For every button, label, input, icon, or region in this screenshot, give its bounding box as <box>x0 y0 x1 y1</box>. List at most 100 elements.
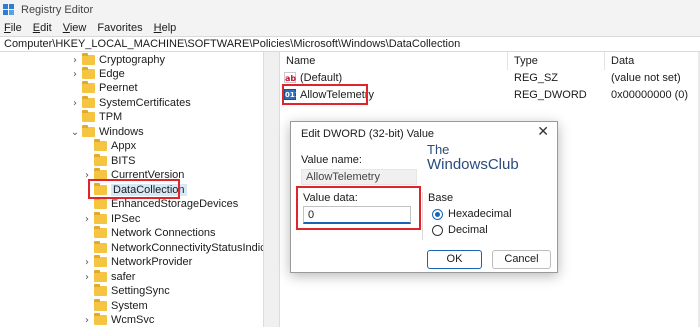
folder-icon <box>94 284 107 296</box>
column-header-name[interactable]: Name <box>286 55 315 67</box>
folder-icon <box>94 212 107 224</box>
tree-item-label: SystemCertificates <box>99 97 191 109</box>
tree-item-label: EnhancedStorageDevices <box>111 198 239 210</box>
tree-item-datacollection[interactable]: DataCollection <box>82 183 187 197</box>
hexadecimal-label[interactable]: Hexadecimal <box>448 208 512 220</box>
decimal-radio[interactable] <box>432 225 443 236</box>
tree-item-networkprovider[interactable]: › NetworkProvider <box>82 255 192 269</box>
tree-item-label: SettingSync <box>111 285 170 297</box>
chevron-right-icon[interactable]: › <box>82 170 92 181</box>
chevron-right-icon[interactable]: › <box>70 98 80 109</box>
pane-splitter[interactable] <box>263 52 280 327</box>
tree-item-label: BITS <box>111 155 136 167</box>
value-type: REG_DWORD <box>514 89 587 101</box>
column-divider[interactable] <box>507 52 508 70</box>
tree-item-system[interactable]: System <box>82 299 148 313</box>
hexadecimal-radio[interactable] <box>432 209 443 220</box>
folder-icon <box>82 53 95 65</box>
menu-edit[interactable]: Edit <box>33 22 52 34</box>
tree-item-label: NetworkProvider <box>111 256 193 268</box>
base-label: Base <box>428 192 454 204</box>
list-item-allowtelemetry[interactable]: 011 AllowTelemetry REG_DWORD 0x00000000 … <box>280 88 700 104</box>
tree-item-bits[interactable]: BITS <box>82 154 135 168</box>
value-name-text: AllowTelemetry <box>306 171 380 183</box>
menu-favorites[interactable]: Favorites <box>97 22 142 34</box>
value-data-text: 0 <box>308 208 315 221</box>
ok-button[interactable]: OK <box>427 250 482 269</box>
chevron-right-icon[interactable]: › <box>82 272 92 283</box>
decimal-label[interactable]: Decimal <box>448 224 488 236</box>
menu-bar: File Edit View Favorites Help <box>0 19 700 36</box>
tree-item-label: Peernet <box>99 82 138 94</box>
value-name: (Default) <box>300 72 343 84</box>
tree-item-peernet[interactable]: Peernet <box>70 81 138 95</box>
tree-item-label: NetworkConnectivityStatusIndicato <box>111 242 263 254</box>
tree-item-enhancedstoragedevices[interactable]: EnhancedStorageDevices <box>82 197 238 211</box>
chevron-right-icon[interactable]: › <box>70 69 80 80</box>
value-name-field: AllowTelemetry <box>301 169 417 185</box>
chevron-right-icon[interactable]: › <box>82 214 92 225</box>
value-name: AllowTelemetry <box>300 89 374 101</box>
chevron-right-icon[interactable]: › <box>82 315 92 326</box>
address-bar[interactable]: Computer\HKEY_LOCAL_MACHINE\SOFTWARE\Pol… <box>0 36 700 52</box>
folder-icon <box>82 67 95 79</box>
watermark-line1: The <box>427 142 450 157</box>
tree-item-safer[interactable]: › safer <box>82 270 135 284</box>
list-item-default[interactable]: ab (Default) REG_SZ (value not set) <box>280 71 700 87</box>
folder-icon <box>94 139 107 151</box>
value-data: (value not set) <box>611 72 681 84</box>
chevron-down-icon[interactable]: ⌄ <box>70 127 80 138</box>
dialog-title: Edit DWORD (32-bit) Value <box>301 128 435 140</box>
close-icon[interactable]: ✕ <box>537 124 549 140</box>
tree-item-wcmsvc[interactable]: › WcmSvc <box>82 313 154 327</box>
tree-item-edge[interactable]: › Edge <box>70 67 125 81</box>
tree-item-label: Edge <box>99 68 125 80</box>
folder-icon <box>94 313 107 325</box>
tree-item-ipsec[interactable]: › IPSec <box>82 212 140 226</box>
folder-icon <box>94 197 107 209</box>
tree-item-label: IPSec <box>111 213 141 225</box>
tree-item-label: safer <box>111 271 136 283</box>
watermark-logo: The WindowsClub <box>427 143 519 173</box>
value-name-label: Value name: <box>301 154 362 166</box>
menu-help[interactable]: Help <box>154 22 177 34</box>
column-divider[interactable] <box>604 52 605 70</box>
menu-file[interactable]: File <box>4 22 22 34</box>
chevron-right-icon[interactable]: › <box>82 257 92 268</box>
value-data-input[interactable]: 0 <box>303 206 411 224</box>
tree-item-cryptography[interactable]: › Cryptography <box>70 53 165 67</box>
list-header: Name Type Data <box>280 52 700 70</box>
tree-item-label: CurrentVersion <box>111 169 185 181</box>
tree-item-label: Network Connections <box>111 227 216 239</box>
cancel-button[interactable]: Cancel <box>492 250 551 269</box>
tree-item-label: System <box>111 300 148 312</box>
folder-icon <box>82 81 95 93</box>
folder-icon <box>94 255 107 267</box>
tree-item-appx[interactable]: Appx <box>82 139 136 153</box>
tree-item-networkconnectivitystatusindicator[interactable]: NetworkConnectivityStatusIndicato <box>82 241 263 255</box>
tree-item-label: WcmSvc <box>111 314 155 326</box>
tree-item-settingsync[interactable]: SettingSync <box>82 284 170 298</box>
tree-item-tpm[interactable]: TPM <box>70 110 122 124</box>
chevron-right-icon[interactable]: › <box>70 55 80 66</box>
column-header-data[interactable]: Data <box>611 55 634 67</box>
tree-item-label: Appx <box>111 140 137 152</box>
folder-icon <box>94 299 107 311</box>
dword-value-icon: 011 <box>284 89 300 100</box>
column-header-type[interactable]: Type <box>514 55 538 67</box>
tree-item-systemcertificates[interactable]: › SystemCertificates <box>70 96 191 110</box>
tree-item-label: DataCollection <box>111 184 187 196</box>
folder-open-icon <box>82 125 95 137</box>
folder-icon <box>82 96 95 108</box>
menu-view[interactable]: View <box>63 22 87 34</box>
tree-item-network-connections[interactable]: Network Connections <box>82 226 216 240</box>
value-data: 0x00000000 (0) <box>611 89 689 101</box>
tree-item-windows[interactable]: ⌄ Windows <box>70 125 144 139</box>
tree-item-currentversion[interactable]: › CurrentVersion <box>82 168 184 182</box>
registry-tree[interactable]: › Cryptography › Edge Peernet › SystemCerti… <box>0 52 263 327</box>
window-title: Registry Editor <box>21 3 94 16</box>
watermark-line2: WindowsClub <box>427 156 519 173</box>
address-path: Computer\HKEY_LOCAL_MACHINE\SOFTWARE\Pol… <box>4 38 461 50</box>
tree-item-label: TPM <box>99 111 123 123</box>
folder-icon <box>94 241 107 253</box>
